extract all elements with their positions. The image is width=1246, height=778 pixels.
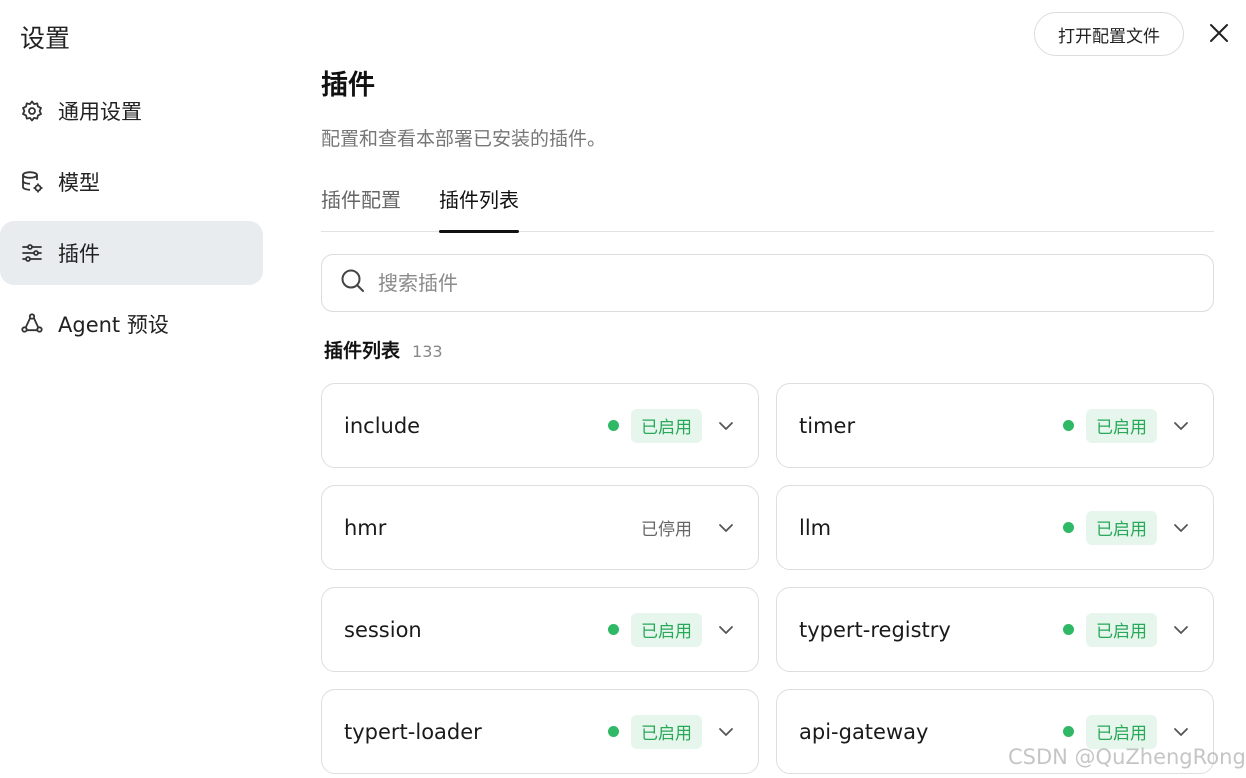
sidebar-item-general-settings[interactable]: 通用设置 — [0, 79, 263, 143]
search-box — [321, 254, 1214, 312]
sidebar-item-label: 通用设置 — [58, 100, 142, 124]
sidebar-item-agent-presets[interactable]: Agent 预设 — [0, 292, 263, 356]
plugin-card[interactable]: timer 已启用 — [776, 383, 1214, 468]
plugin-name: hmr — [344, 515, 387, 540]
status-dot — [1063, 522, 1074, 533]
chevron-down-icon[interactable] — [1169, 414, 1193, 438]
status-badge: 已启用 — [631, 714, 702, 749]
plugin-name: session — [344, 617, 422, 642]
plugin-name: typert-loader — [344, 719, 482, 744]
chevron-down-icon[interactable] — [714, 618, 738, 642]
settings-title: 设置 — [20, 24, 71, 53]
sliders-icon — [20, 241, 44, 265]
plugin-card[interactable]: llm 已启用 — [776, 485, 1214, 570]
plugin-name: typert-registry — [799, 617, 951, 642]
plugins-panel: 插件 配置和查看本部署已安装的插件。 插件配置 插件列表 插件列表 133 in… — [321, 66, 1214, 774]
agent-icon — [20, 312, 44, 336]
plugin-name: api-gateway — [799, 719, 929, 744]
status-dot — [608, 420, 619, 431]
plugin-card[interactable]: typert-registry 已启用 — [776, 587, 1214, 672]
plugin-count: 133 — [412, 342, 443, 361]
status-badge: 已启用 — [1086, 510, 1157, 545]
plugin-card[interactable]: include 已启用 — [321, 383, 759, 468]
gear-icon — [20, 99, 44, 123]
sidebar-item-label: 模型 — [58, 171, 100, 195]
sidebar-item-plugins[interactable]: 插件 — [0, 221, 263, 285]
status-badge: 已停用 — [641, 520, 692, 540]
plugin-list-header: 插件列表 133 — [324, 336, 443, 363]
chevron-down-icon[interactable] — [1169, 516, 1193, 540]
plugin-grid: include 已启用 timer 已启用 hmr 已停用 llm 已启用 se… — [321, 383, 1214, 774]
status-badge: 已启用 — [1086, 714, 1157, 749]
sidebar: 通用设置 模型 插件 Agent 预设 — [0, 79, 263, 363]
plugin-card[interactable]: typert-loader 已启用 — [321, 689, 759, 774]
sidebar-item-label: 插件 — [58, 242, 100, 266]
status-badge: 已启用 — [631, 408, 702, 443]
plugin-card[interactable]: hmr 已停用 — [321, 485, 759, 570]
status-badge: 已启用 — [1086, 612, 1157, 647]
status-dot — [1063, 726, 1074, 737]
status-dot — [1063, 420, 1074, 431]
plugin-name: timer — [799, 413, 856, 438]
status-badge: 已启用 — [631, 612, 702, 647]
chevron-down-icon[interactable] — [1169, 618, 1193, 642]
chevron-down-icon[interactable] — [714, 516, 738, 540]
sidebar-item-model[interactable]: 模型 — [0, 150, 263, 214]
status-badge: 已启用 — [1086, 408, 1157, 443]
plugin-card[interactable]: session 已启用 — [321, 587, 759, 672]
chevron-down-icon[interactable] — [714, 720, 738, 744]
plugin-list-title: 插件列表 — [324, 340, 401, 362]
status-dot — [608, 624, 619, 635]
search-icon — [340, 268, 366, 298]
sidebar-item-label: Agent 预设 — [58, 313, 169, 337]
chevron-down-icon[interactable] — [1169, 720, 1193, 744]
tab-bar: 插件配置 插件列表 — [321, 178, 1214, 233]
close-icon[interactable] — [1204, 18, 1234, 48]
status-dot — [608, 726, 619, 737]
search-input[interactable] — [378, 271, 1178, 295]
chevron-down-icon[interactable] — [714, 414, 738, 438]
status-dot — [1063, 624, 1074, 635]
tab-plugin-list[interactable]: 插件列表 — [439, 178, 519, 233]
page-title: 插件 — [321, 70, 375, 101]
page-description: 配置和查看本部署已安装的插件。 — [321, 128, 607, 150]
plugin-name: llm — [799, 515, 832, 540]
open-config-file-button[interactable]: 打开配置文件 — [1034, 12, 1184, 56]
tab-plugin-config[interactable]: 插件配置 — [321, 178, 401, 232]
database-gear-icon — [20, 170, 44, 194]
plugin-name: include — [344, 413, 421, 438]
watermark: CSDN @QuZhengRong — [1008, 745, 1246, 769]
